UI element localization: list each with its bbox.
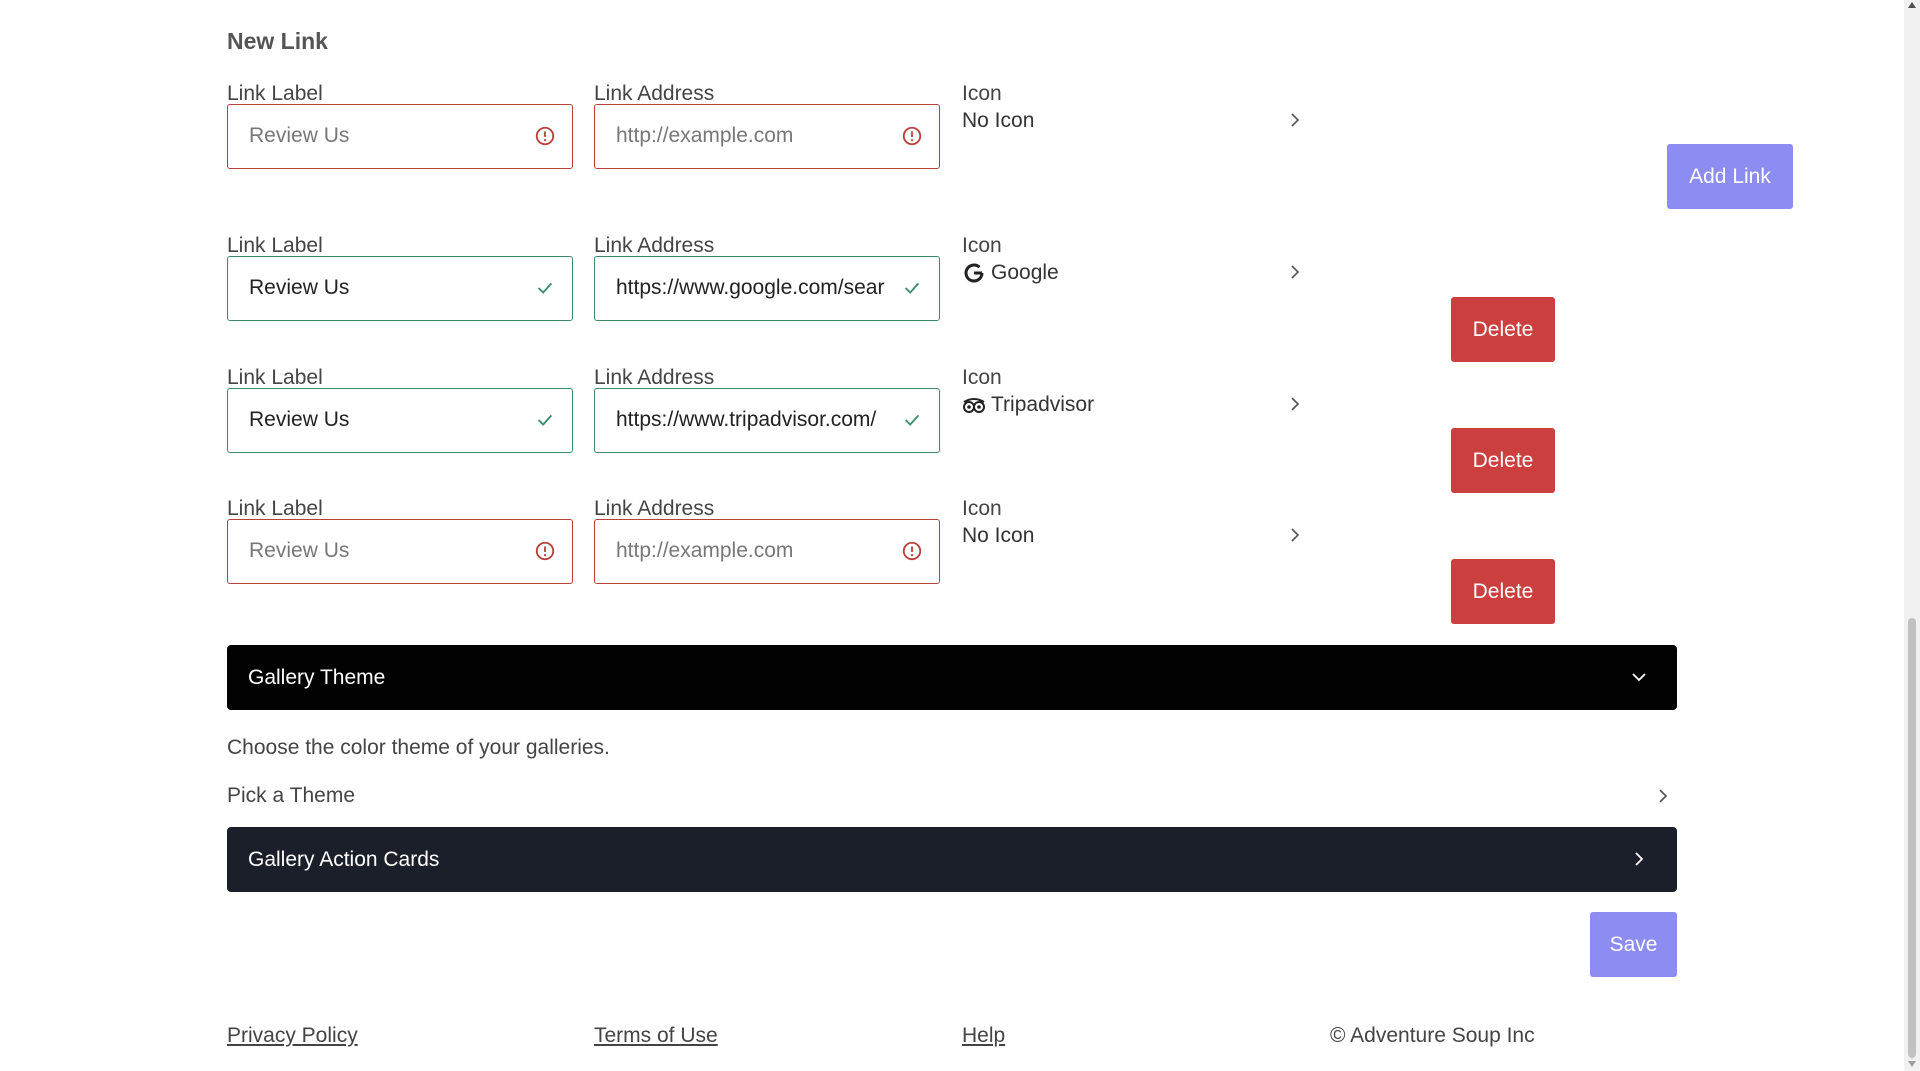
link-address-heading: Link Address	[594, 82, 715, 105]
link-label-heading: Link Label	[227, 497, 323, 520]
link-address-field[interactable]	[594, 256, 940, 321]
scrollbar-thumb[interactable]	[1908, 618, 1916, 1058]
link-address-field[interactable]	[594, 519, 940, 584]
link-label-input[interactable]	[228, 105, 528, 167]
link-label-field[interactable]	[227, 104, 573, 169]
gallery-theme-title: Gallery Theme	[248, 666, 386, 689]
link-address-heading: Link Address	[594, 234, 715, 257]
link-label-heading: Link Label	[227, 234, 323, 257]
icon-heading: Icon	[962, 82, 1002, 105]
new-link-row: Link Label Link Address Icon No Icon Add…	[227, 82, 1793, 209]
chevron-down-icon	[1632, 673, 1646, 682]
terms-of-use-link[interactable]: Terms of Use	[594, 1024, 718, 1048]
delete-button[interactable]: Delete	[1451, 428, 1555, 493]
link-label-heading: Link Label	[227, 82, 323, 105]
icon-heading: Icon	[962, 366, 1002, 389]
link-address-input[interactable]	[595, 389, 895, 451]
link-label-input[interactable]	[228, 520, 528, 582]
chevron-right-icon[interactable]	[1287, 264, 1303, 280]
page: New Link Link Label Link Address Icon No…	[0, 0, 1904, 1071]
icon-value: Tripadvisor	[991, 393, 1095, 416]
icon-picker[interactable]: Icon Google	[962, 234, 1302, 324]
chevron-right-icon	[1659, 789, 1668, 803]
chevron-right-icon[interactable]	[1287, 112, 1303, 128]
link-label-field[interactable]	[227, 519, 573, 584]
gallery-action-cards-accordion[interactable]: Gallery Action Cards	[227, 827, 1677, 892]
link-address-field[interactable]	[594, 388, 940, 453]
google-icon	[964, 263, 984, 283]
icon-value: No Icon	[962, 109, 1035, 132]
link-address-heading: Link Address	[594, 497, 715, 520]
tripadvisor-icon	[963, 398, 985, 413]
error-icon	[535, 126, 555, 146]
theme-picker-label: Pick a Theme	[227, 784, 355, 807]
icon-value-wrap: Google	[962, 261, 1059, 285]
check-icon	[537, 282, 553, 294]
gallery-action-cards-title: Gallery Action Cards	[248, 848, 440, 871]
gallery-theme-description: Choose the color theme of your galleries…	[227, 736, 610, 759]
scroll-up-arrow-icon[interactable]	[1908, 2, 1916, 8]
chevron-right-icon[interactable]	[1287, 527, 1303, 543]
error-icon	[902, 541, 922, 561]
add-link-button[interactable]: Add Link	[1667, 144, 1793, 209]
gallery-theme-accordion[interactable]: Gallery Theme	[227, 645, 1677, 710]
icon-picker[interactable]: Icon Tripadvisor	[962, 366, 1302, 456]
check-icon	[904, 282, 920, 294]
delete-button[interactable]: Delete	[1451, 559, 1555, 624]
chevron-right-icon	[1635, 852, 1644, 866]
link-label-field[interactable]	[227, 388, 573, 453]
link-address-field[interactable]	[594, 104, 940, 169]
link-address-input[interactable]	[595, 257, 895, 319]
privacy-policy-link[interactable]: Privacy Policy	[227, 1024, 358, 1048]
icon-heading: Icon	[962, 234, 1002, 257]
icon-value: Google	[991, 261, 1059, 284]
new-link-title: New Link	[227, 28, 328, 54]
link-label-input[interactable]	[228, 257, 528, 319]
theme-picker[interactable]: Pick a Theme	[227, 780, 1677, 810]
link-row: Link Label Link Address Icon Tripadvisor…	[227, 366, 1567, 493]
check-icon	[904, 414, 920, 426]
icon-picker[interactable]: Icon No Icon	[962, 82, 1302, 172]
save-button[interactable]: Save	[1590, 912, 1677, 977]
link-label-input[interactable]	[228, 389, 528, 451]
icon-value: No Icon	[962, 524, 1035, 547]
link-row: Link Label Link Address Icon No Icon Del…	[227, 497, 1567, 624]
copyright-text: © Adventure Soup Inc	[1330, 1024, 1535, 1047]
link-address-heading: Link Address	[594, 366, 715, 389]
link-label-field[interactable]	[227, 256, 573, 321]
error-icon	[535, 541, 555, 561]
vertical-scrollbar[interactable]	[1904, 0, 1920, 1071]
icon-heading: Icon	[962, 497, 1002, 520]
icon-value-wrap: Tripadvisor	[962, 393, 1094, 417]
delete-button[interactable]: Delete	[1451, 297, 1555, 362]
scroll-down-arrow-icon[interactable]	[1908, 1061, 1916, 1067]
error-icon	[902, 126, 922, 146]
link-address-input[interactable]	[595, 105, 895, 167]
link-label-heading: Link Label	[227, 366, 323, 389]
link-address-input[interactable]	[595, 520, 895, 582]
icon-picker[interactable]: Icon No Icon	[962, 497, 1302, 587]
chevron-right-icon[interactable]	[1287, 396, 1303, 412]
help-link[interactable]: Help	[962, 1024, 1005, 1048]
link-row: Link Label Link Address Icon Google Dele…	[227, 234, 1567, 362]
check-icon	[537, 414, 553, 426]
